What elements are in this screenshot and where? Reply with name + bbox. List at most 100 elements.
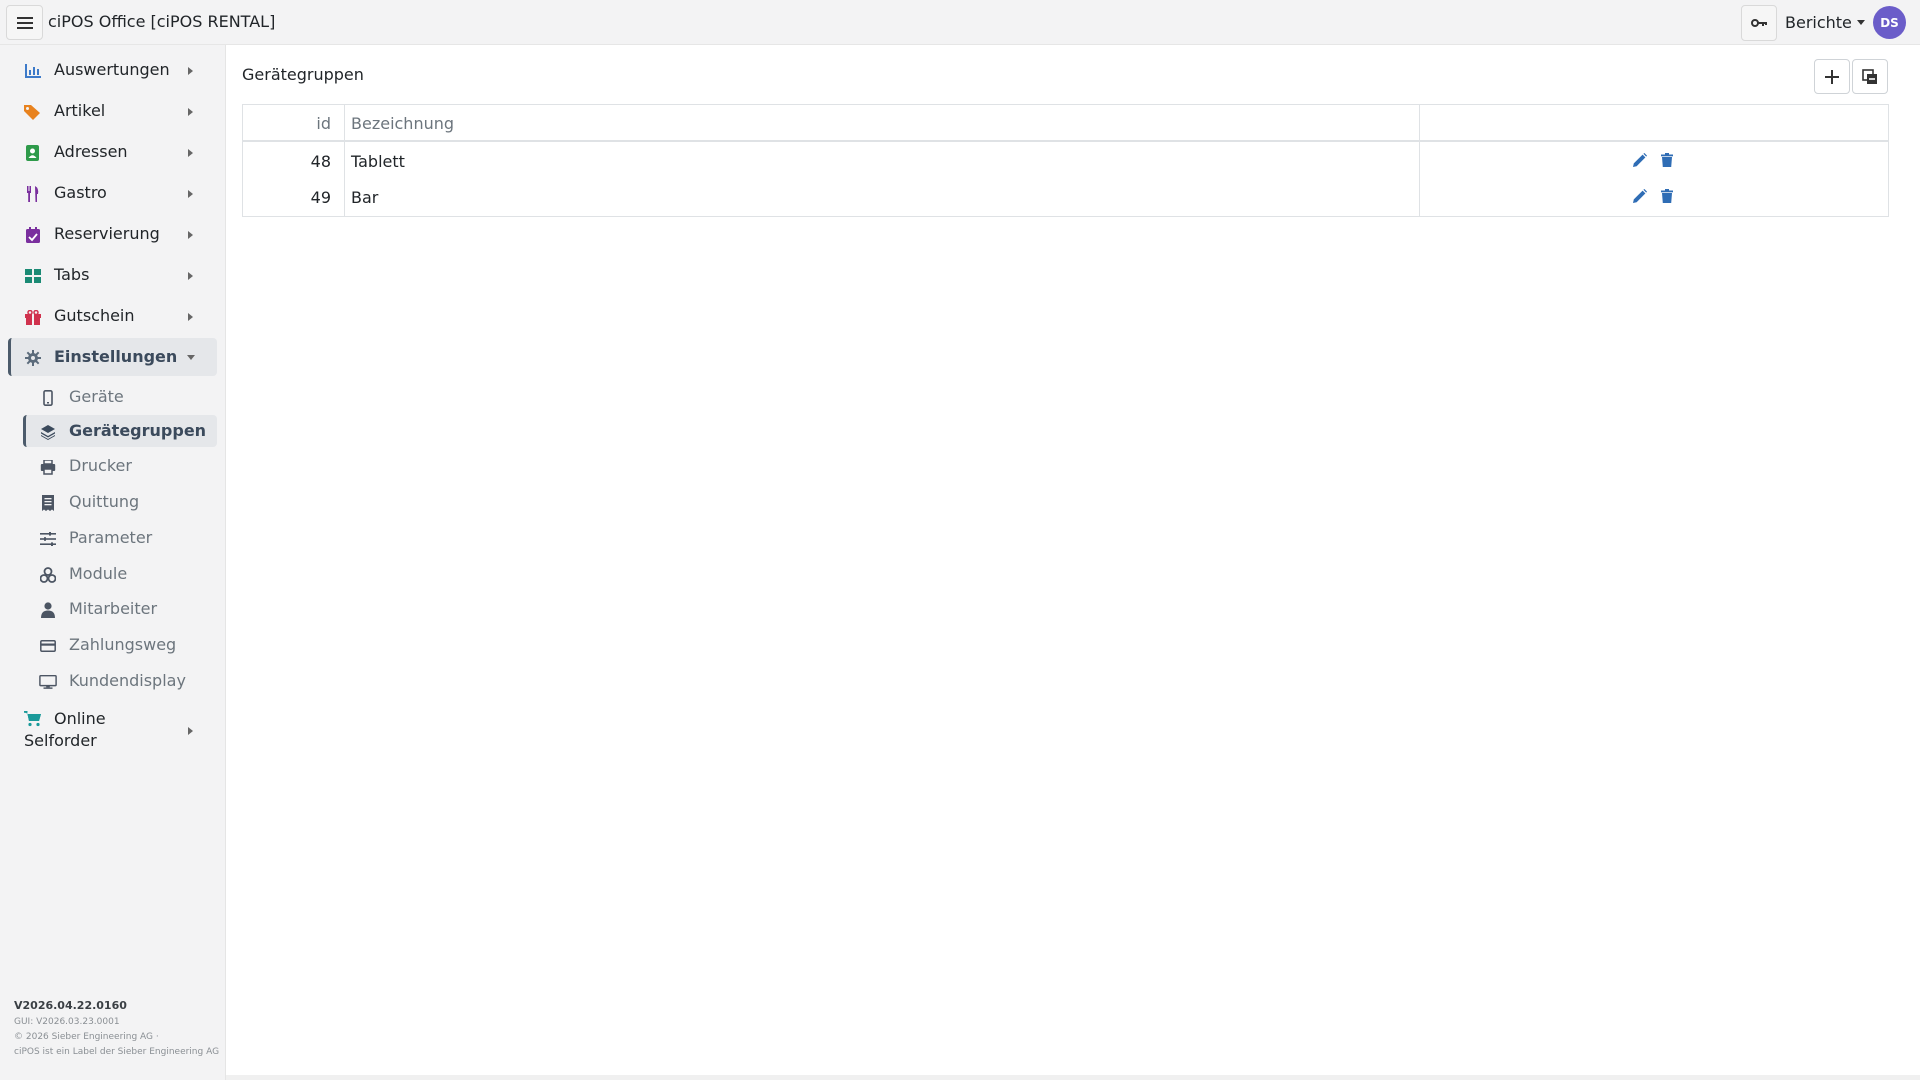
sidebar-subitem-mitarbeiter[interactable]: Mitarbeiter [23, 593, 217, 625]
sidebar-item-label-line2: Selforder [24, 731, 97, 750]
sidebar-subitem-parameter[interactable]: Parameter [23, 522, 217, 554]
sidebar-subitem-label: Gerätegruppen [69, 421, 207, 440]
chevron-right-icon [188, 108, 193, 116]
row-name: Bar [351, 188, 379, 207]
cart-icon [24, 711, 42, 729]
address-book-icon [24, 144, 42, 162]
app-title: ciPOS Office [ciPOS RENTAL] [48, 12, 276, 31]
sidebar-subitem-module[interactable]: Module [23, 558, 217, 590]
sidebar-subitem-geraetegruppen[interactable]: Gerätegruppen [23, 415, 217, 447]
reports-dropdown[interactable]: Berichte [1785, 13, 1865, 32]
sidebar-item-online-selforder[interactable]: Online Selforder [8, 704, 217, 756]
credit-card-icon [39, 637, 57, 655]
avatar[interactable]: DS [1873, 6, 1906, 39]
sidebar-subitem-drucker[interactable]: Drucker [23, 450, 217, 482]
chevron-right-icon [188, 190, 193, 198]
tags-icon [24, 103, 42, 121]
copy-button[interactable] [1852, 59, 1888, 94]
sidebar-subitem-kundendisplay[interactable]: Kundendisplay [23, 665, 217, 697]
sidebar-subitem-geraete[interactable]: Geräte [23, 381, 217, 413]
sidebar-subitem-quittung[interactable]: Quittung [23, 486, 217, 518]
sidebar-item-auswertungen[interactable]: Auswertungen [8, 51, 217, 89]
sidebar-subitem-label: Quittung [69, 492, 140, 511]
version-text: V2026.04.22.0160 [14, 999, 127, 1012]
key-icon [1751, 19, 1767, 27]
sidebar-subitem-zahlungsweg[interactable]: Zahlungsweg [23, 629, 217, 661]
copyright-text: © 2026 Sieber Engineering AG · [14, 1032, 159, 1042]
gear-icon [24, 349, 42, 367]
printer-icon [39, 458, 57, 476]
sidebar-item-label: Reservierung [54, 224, 160, 243]
sidebar-subitem-label: Geräte [69, 387, 124, 406]
key-button[interactable] [1741, 5, 1777, 41]
top-bar: ciPOS Office [ciPOS RENTAL] Berichte DS [0, 0, 1920, 45]
chevron-right-icon [188, 67, 193, 75]
sidebar-footer: V2026.04.22.0160 GUI: V2026.03.23.0001 ©… [14, 998, 219, 1060]
sidebar-item-label: Online [54, 709, 106, 728]
chevron-right-icon [188, 149, 193, 157]
mobile-icon [39, 389, 57, 407]
table-header: id Bezeichnung [243, 105, 1888, 142]
sidebar-item-artikel[interactable]: Artikel [8, 92, 217, 130]
bottom-strip [226, 1075, 1920, 1080]
edit-icon[interactable] [1632, 152, 1648, 168]
sidebar-item-label: Gutschein [54, 306, 135, 325]
row-id: 48 [310, 152, 331, 171]
sidebar-item-label: Adressen [54, 142, 128, 161]
reports-label: Berichte [1785, 13, 1852, 32]
chevron-right-icon [188, 272, 193, 280]
column-header-id[interactable]: id [316, 114, 331, 133]
edit-icon[interactable] [1632, 188, 1648, 204]
label-note-text: ciPOS ist ein Label der Sieber Engineeri… [14, 1047, 220, 1057]
grid-icon [24, 267, 42, 285]
cubes-icon [39, 566, 57, 584]
add-button[interactable] [1814, 59, 1850, 94]
calendar-check-icon [24, 226, 42, 244]
chevron-down-icon [187, 355, 195, 360]
utensils-icon [24, 185, 42, 203]
chevron-right-icon [188, 231, 193, 239]
sidebar-item-tabs[interactable]: Tabs [8, 256, 217, 294]
sidebar-subitem-label: Parameter [69, 528, 153, 547]
monitor-icon [39, 673, 57, 691]
sidebar-subitem-label: Drucker [69, 456, 132, 475]
sidebar-subitem-label: Module [69, 564, 128, 583]
chevron-right-icon [188, 727, 193, 735]
gift-icon [24, 308, 42, 326]
chart-icon [24, 62, 42, 80]
table-row[interactable]: 49 Bar [243, 179, 1888, 215]
sidebar-subitem-label: Kundendisplay [69, 671, 186, 690]
table-row[interactable]: 48 Tablett [243, 143, 1888, 179]
user-icon [39, 601, 57, 619]
sidebar-item-gutschein[interactable]: Gutschein [8, 297, 217, 335]
sidebar-item-gastro[interactable]: Gastro [8, 174, 217, 212]
sliders-icon [39, 530, 57, 548]
sidebar-item-label: Artikel [54, 101, 106, 120]
device-groups-table: id Bezeichnung 48 Tablett 49 Bar [242, 104, 1889, 217]
hamburger-icon [16, 16, 33, 29]
sidebar-item-reservierung[interactable]: Reservierung [8, 215, 217, 253]
row-id: 49 [310, 188, 331, 207]
sidebar-subitem-label: Mitarbeiter [69, 599, 158, 618]
sidebar-item-einstellungen[interactable]: Einstellungen [8, 338, 217, 376]
page-title: Gerätegruppen [242, 65, 364, 84]
trash-icon[interactable] [1659, 152, 1675, 168]
plus-icon [1825, 69, 1839, 84]
column-header-name[interactable]: Bezeichnung [351, 114, 454, 133]
sidebar-item-adressen[interactable]: Adressen [8, 133, 217, 171]
chevron-right-icon [188, 313, 193, 321]
sidebar-subitem-label: Zahlungsweg [69, 635, 177, 654]
row-name: Tablett [351, 152, 405, 171]
trash-icon[interactable] [1659, 188, 1675, 204]
receipt-icon [39, 494, 57, 512]
copy-icon [1862, 68, 1877, 84]
sidebar-item-label: Auswertungen [54, 60, 170, 79]
chevron-down-icon [1856, 20, 1865, 25]
sidebar-item-label: Einstellungen [54, 347, 178, 366]
sidebar-item-label: Tabs [54, 265, 90, 284]
gui-version-text: GUI: V2026.03.23.0001 [14, 1017, 120, 1027]
menu-toggle-button[interactable] [6, 5, 43, 40]
sidebar-item-label: Gastro [54, 183, 107, 202]
sidebar: Auswertungen Artikel Adressen Gastro Res… [0, 45, 226, 1080]
layers-icon [39, 423, 57, 441]
